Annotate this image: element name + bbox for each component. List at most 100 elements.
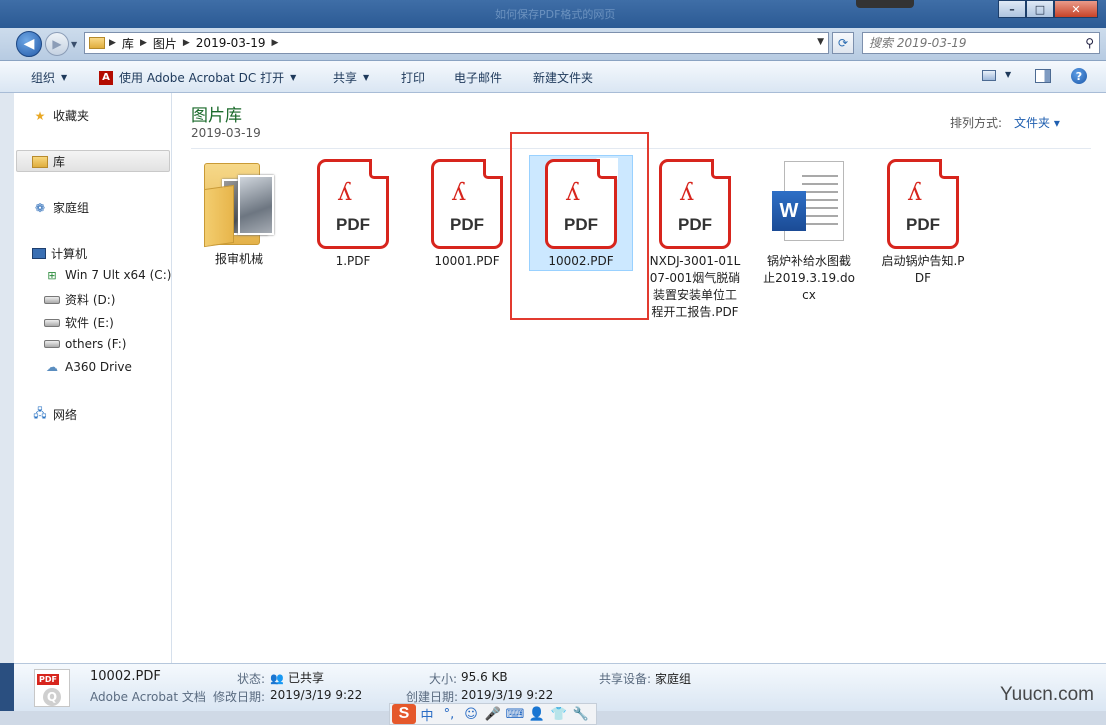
email-button[interactable]: 电子邮件 bbox=[454, 69, 502, 86]
file-item-folder[interactable]: 报审机械 bbox=[187, 157, 291, 268]
modified-value[interactable]: 2019/3/19 9:22 bbox=[270, 688, 362, 702]
help-icon[interactable]: ? bbox=[1071, 68, 1087, 84]
punctuation-icon[interactable]: °, bbox=[438, 704, 460, 724]
tools-icon[interactable]: 🔧 bbox=[570, 704, 592, 724]
address-bar[interactable]: ▶ 库 ▶ 图片 ▶ 2019-03-19 ▶ ▼ bbox=[84, 32, 829, 54]
share-label: 共享 bbox=[333, 71, 358, 85]
detail-file-name: 10002.PDF bbox=[90, 669, 161, 684]
sidebar-item-homegroup[interactable]: ❁ 家庭组 bbox=[32, 199, 89, 216]
close-button[interactable]: ✕ bbox=[1054, 0, 1098, 18]
window-controls: – □ ✕ bbox=[998, 0, 1098, 18]
file-name: 1.PDF bbox=[335, 254, 371, 268]
folder-icon bbox=[89, 37, 105, 49]
detail-file-type: Adobe Acrobat 文档 bbox=[90, 690, 206, 704]
sidebar-label: 库 bbox=[53, 155, 66, 169]
navigation-bar: ◀ ▶ ▼ ▶ 库 ▶ 图片 ▶ 2019-03-19 ▶ ▼ ⟳ ⚲ bbox=[0, 28, 1106, 61]
organize-label: 组织 bbox=[31, 71, 56, 85]
status-text: 已共享 bbox=[288, 671, 325, 685]
file-item-docx[interactable]: W 锅炉补给水图截止2019.3.19.docx bbox=[757, 161, 861, 304]
pdf-icon-text: PDF bbox=[906, 215, 940, 234]
ime-toolbar[interactable]: S 中 °, ☺ 🎤 ⌨ 👤 👕 🔧 bbox=[389, 703, 597, 725]
minimize-button[interactable]: – bbox=[998, 0, 1026, 18]
homegroup-icon: ❁ bbox=[34, 200, 46, 215]
view-options-icon[interactable] bbox=[982, 70, 996, 81]
chevron-right-icon[interactable]: ▶ bbox=[140, 38, 147, 48]
drive-icon bbox=[44, 318, 60, 327]
command-toolbar: 组织 ▼ A 使用 Adobe Acrobat DC 打开 ▼ 共享 ▼ 打印 电子邮件… bbox=[0, 61, 1106, 93]
file-list-area[interactable]: 图片库 2019-03-19 排列方式: 文件夹 ▾ 报审机械 ʎ PDF 1.… bbox=[172, 93, 1106, 663]
search-input[interactable] bbox=[863, 33, 1073, 53]
sidebar-label: Win 7 Ult x64 (C:) bbox=[65, 268, 172, 282]
forward-button[interactable]: ▶ bbox=[45, 32, 69, 56]
file-item-pdf[interactable]: ʎ PDF NXDJ-3001-01L07-001烟气脱硝装置安装单位工程开工报… bbox=[643, 158, 747, 321]
sidebar-item-a360[interactable]: ☁ A360 Drive bbox=[44, 360, 132, 374]
sidebar-label: A360 Drive bbox=[65, 360, 132, 374]
recent-pages-dropdown-icon[interactable]: ▼ bbox=[71, 40, 77, 49]
file-item-pdf[interactable]: ʎ PDF 10001.PDF bbox=[415, 158, 519, 270]
breadcrumb-folder[interactable]: 2019-03-19 bbox=[190, 36, 272, 50]
emoji-icon[interactable]: ☺ bbox=[460, 704, 482, 724]
background-window-edge bbox=[0, 93, 14, 663]
window-titlebar[interactable]: 如何保存PDF格式的网页 – □ ✕ bbox=[0, 0, 1106, 28]
sidebar-item-favorites[interactable]: ★ 收藏夹 bbox=[32, 107, 89, 124]
sidebar-item-drive-c[interactable]: ⊞ Win 7 Ult x64 (C:) bbox=[44, 268, 171, 282]
refresh-button[interactable]: ⟳ bbox=[832, 32, 854, 54]
cloud-drive-icon: ☁ bbox=[46, 360, 58, 374]
sidebar-item-libraries[interactable]: 库 bbox=[32, 153, 65, 170]
chevron-right-icon[interactable]: ▶ bbox=[183, 38, 190, 48]
sidebar-item-drive-d[interactable]: 资料 (D:) bbox=[44, 291, 115, 308]
sidebar-item-computer[interactable]: 计算机 bbox=[32, 245, 87, 262]
navigation-pane: ★ 收藏夹 库 ❁ 家庭组 计算机 ⊞ Win 7 Ult x64 (C:) 资料 (… bbox=[14, 93, 172, 663]
pdf-band: PDF bbox=[37, 674, 59, 685]
sidebar-item-network[interactable]: 🖧 网络 bbox=[32, 406, 77, 423]
open-with-acrobat-button[interactable]: A 使用 Adobe Acrobat DC 打开 ▼ bbox=[99, 69, 296, 86]
drive-icon bbox=[44, 340, 60, 348]
watermark-text: Yuucn.com bbox=[1000, 684, 1094, 705]
annotation-highlight-box bbox=[510, 132, 649, 320]
keyboard-icon[interactable]: ⌨ bbox=[504, 704, 526, 724]
skin-icon[interactable]: 👕 bbox=[548, 704, 570, 724]
preview-pane-icon[interactable] bbox=[1035, 69, 1051, 83]
maximize-button[interactable]: □ bbox=[1026, 0, 1054, 18]
search-box[interactable]: ⚲ bbox=[862, 32, 1100, 54]
print-button[interactable]: 打印 bbox=[401, 69, 425, 86]
word-file-icon: W bbox=[772, 161, 846, 245]
organize-button[interactable]: 组织 ▼ bbox=[31, 69, 67, 86]
arrange-by-label: 排列方式: bbox=[950, 116, 1003, 130]
file-name: 报审机械 bbox=[214, 252, 263, 266]
pdf-file-icon: ʎ PDF bbox=[317, 158, 390, 249]
arrange-by-dropdown[interactable]: 文件夹 ▾ bbox=[1014, 114, 1060, 131]
search-icon[interactable]: ⚲ bbox=[1085, 36, 1094, 50]
share-device-value: 家庭组 bbox=[655, 672, 692, 686]
share-button[interactable]: 共享 ▼ bbox=[333, 69, 369, 86]
ime-mode-toggle[interactable]: 中 bbox=[416, 704, 438, 724]
file-item-pdf[interactable]: ʎ PDF 启动锅炉告知.PDF bbox=[871, 158, 975, 287]
sidebar-label: 收藏夹 bbox=[53, 109, 90, 123]
status-label: 状态: bbox=[237, 672, 266, 686]
pdf-file-icon: PDF Q bbox=[34, 669, 70, 707]
sogou-logo-icon[interactable]: S bbox=[392, 704, 416, 724]
sidebar-label: 网络 bbox=[53, 408, 78, 422]
sidebar-item-drive-f[interactable]: others (F:) bbox=[44, 337, 126, 351]
new-folder-button[interactable]: 新建文件夹 bbox=[533, 69, 593, 86]
user-icon[interactable]: 👤 bbox=[526, 704, 548, 724]
microphone-icon[interactable]: 🎤 bbox=[482, 704, 504, 724]
breadcrumb-pictures[interactable]: 图片 bbox=[147, 35, 183, 52]
breadcrumb-libraries[interactable]: 库 bbox=[116, 35, 140, 52]
chevron-right-icon[interactable]: ▶ bbox=[272, 38, 279, 48]
library-title: 图片库 bbox=[191, 106, 242, 126]
chevron-down-icon[interactable]: ▼ bbox=[1005, 70, 1011, 79]
file-name: 10001.PDF bbox=[434, 254, 500, 268]
file-item-pdf[interactable]: ʎ PDF 1.PDF bbox=[301, 158, 405, 270]
status-value: 👥 已共享 bbox=[270, 669, 324, 686]
open-with-label: 使用 Adobe Acrobat DC 打开 bbox=[119, 71, 285, 85]
chevron-down-icon: ▼ bbox=[61, 73, 68, 82]
pdf-icon-text: PDF bbox=[678, 215, 712, 234]
sidebar-item-drive-e[interactable]: 软件 (E:) bbox=[44, 314, 114, 331]
back-button[interactable]: ◀ bbox=[16, 31, 42, 57]
pdf-file-icon: ʎ PDF bbox=[887, 158, 960, 249]
chevron-right-icon[interactable]: ▶ bbox=[109, 38, 116, 48]
address-dropdown-icon[interactable]: ▼ bbox=[817, 37, 824, 47]
acrobat-icon: A bbox=[99, 70, 113, 85]
sidebar-label: others (F:) bbox=[65, 337, 127, 351]
